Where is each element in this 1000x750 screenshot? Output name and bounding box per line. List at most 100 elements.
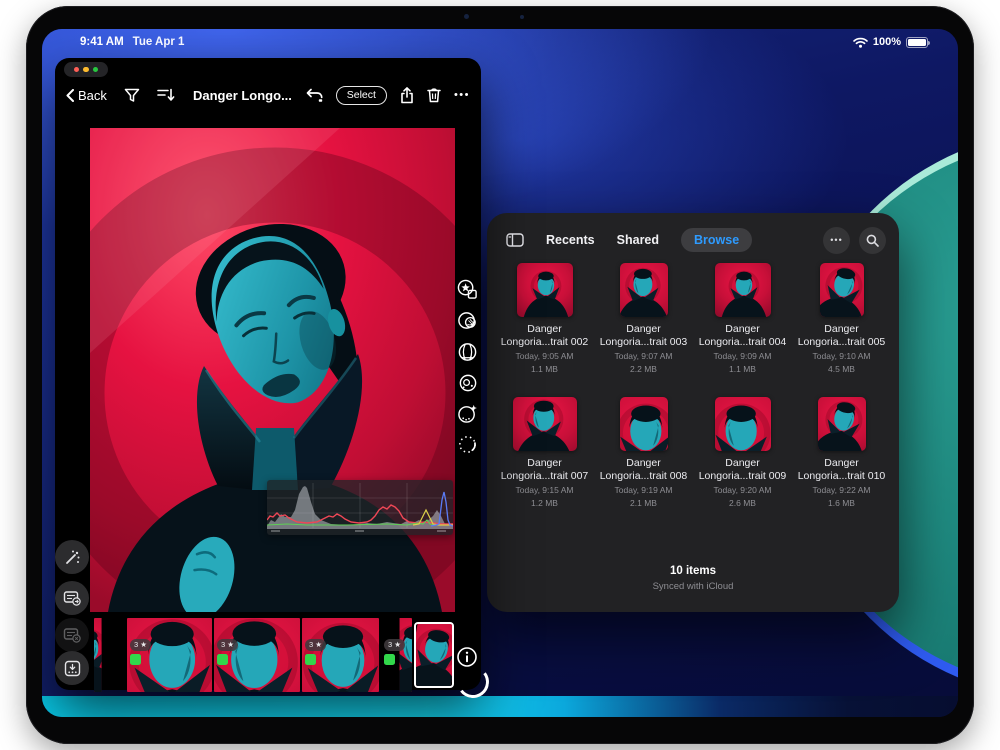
more-ellipsis-icon: ••• bbox=[830, 235, 842, 245]
files-grid-row-2: DangerLongoria...trait 007 Today, 9:15 A… bbox=[495, 397, 891, 509]
file-thumbnail bbox=[620, 397, 668, 451]
file-thumbnail bbox=[517, 263, 573, 317]
sidebar-toggle-button[interactable] bbox=[500, 227, 530, 253]
item-count: 10 items bbox=[487, 565, 899, 577]
filmstrip-thumbnail[interactable]: 3 ★ bbox=[381, 618, 412, 692]
file-item[interactable]: DangerLongoria...trait 002 Today, 9:05 A… bbox=[495, 263, 594, 375]
ambient-sensor-dot bbox=[520, 15, 524, 19]
file-date: Today, 9:07 AM bbox=[615, 351, 673, 362]
aperture-lines-icon[interactable] bbox=[457, 341, 478, 363]
zoom-window-dot[interactable] bbox=[93, 67, 99, 73]
rating-badge: 3 ★ bbox=[384, 639, 405, 651]
edited-indicator bbox=[384, 654, 395, 665]
thumbnail-badge-group: 3 ★ bbox=[217, 639, 238, 665]
copy-adjustments-button[interactable] bbox=[55, 581, 89, 615]
filmstrip-thumbnail[interactable] bbox=[94, 618, 125, 692]
target-dotted-circle-icon[interactable] bbox=[458, 373, 478, 393]
tab-recents[interactable]: Recents bbox=[546, 233, 595, 247]
status-bar: 9:41 AM Tue Apr 1 100% bbox=[42, 29, 958, 55]
overlapping-circles-icon[interactable] bbox=[457, 310, 478, 331]
file-size: 4.5 MB bbox=[828, 364, 855, 375]
file-thumbnail bbox=[715, 397, 771, 451]
back-chevron-icon bbox=[66, 89, 74, 102]
filmstrip-thumbnail-selected[interactable] bbox=[414, 622, 454, 688]
sparkle-star-icon[interactable] bbox=[457, 279, 478, 300]
file-size: 2.1 MB bbox=[630, 498, 657, 509]
file-thumbnail bbox=[620, 263, 668, 317]
editor-more-button[interactable]: ••• bbox=[454, 89, 470, 101]
ipad-device: 9:41 AM Tue Apr 1 100% Recents bbox=[26, 6, 974, 744]
file-name: DangerLongoria...trait 003 bbox=[600, 323, 688, 349]
export-button[interactable] bbox=[55, 651, 89, 685]
paste-adjustments-button-disabled[interactable] bbox=[55, 618, 89, 652]
file-item[interactable]: DangerLongoria...trait 009 Today, 9:20 A… bbox=[693, 397, 792, 509]
share-button[interactable] bbox=[400, 87, 414, 104]
ipad-screen: 9:41 AM Tue Apr 1 100% Recents bbox=[42, 29, 958, 717]
file-date: Today, 9:20 AM bbox=[714, 485, 772, 496]
undo-button[interactable] bbox=[306, 88, 323, 103]
back-button[interactable]: Back bbox=[66, 88, 107, 103]
trash-icon bbox=[427, 87, 441, 103]
sync-status: Synced with iCloud bbox=[487, 581, 899, 592]
share-icon bbox=[400, 87, 414, 104]
file-item[interactable]: DangerLongoria...trait 008 Today, 9:19 A… bbox=[594, 397, 693, 509]
tab-browse-active[interactable]: Browse bbox=[681, 228, 752, 252]
file-name: DangerLongoria...trait 010 bbox=[798, 457, 886, 483]
file-item[interactable]: DangerLongoria...trait 004 Today, 9:09 A… bbox=[693, 263, 792, 375]
wallpaper-cyan-glow bbox=[42, 696, 958, 717]
select-button[interactable]: Select bbox=[336, 86, 387, 105]
file-name: DangerLongoria...trait 007 bbox=[501, 457, 589, 483]
window-controls[interactable] bbox=[64, 62, 108, 77]
thumbnail-badge-group: 3 ★ bbox=[384, 639, 405, 665]
rating-badge: 3 ★ bbox=[305, 639, 326, 651]
magic-wand-icon bbox=[64, 549, 81, 566]
photo-editor-window: Back Danger Longo... Select bbox=[55, 58, 481, 690]
editor-toolbar: Back Danger Longo... Select bbox=[55, 79, 481, 111]
face-sparkle-icon[interactable] bbox=[457, 403, 479, 424]
copy-adjustments-icon bbox=[63, 590, 81, 606]
search-icon bbox=[866, 234, 879, 247]
files-toolbar: Recents Shared Browse ••• bbox=[487, 222, 899, 258]
file-date: Today, 9:05 AM bbox=[516, 351, 574, 362]
export-tray-icon bbox=[64, 660, 81, 677]
file-item[interactable]: DangerLongoria...trait 005 Today, 9:10 A… bbox=[792, 263, 891, 375]
file-item[interactable]: DangerLongoria...trait 007 Today, 9:15 A… bbox=[495, 397, 594, 509]
battery-icon bbox=[906, 37, 928, 48]
file-size: 1.2 MB bbox=[531, 498, 558, 509]
search-button[interactable] bbox=[859, 227, 886, 254]
tool-rail bbox=[454, 279, 481, 455]
delete-button[interactable] bbox=[427, 87, 441, 103]
file-name: DangerLongoria...trait 002 bbox=[501, 323, 589, 349]
filmstrip-thumbnail[interactable]: 3 ★ bbox=[214, 618, 300, 692]
rating-badge: 3 ★ bbox=[130, 639, 151, 651]
tab-shared[interactable]: Shared bbox=[617, 233, 659, 247]
file-size: 2.2 MB bbox=[630, 364, 657, 375]
thumbnail-badge-group: 3 ★ bbox=[305, 639, 326, 665]
minimize-window-dot[interactable] bbox=[83, 67, 89, 73]
file-thumbnail bbox=[820, 263, 864, 317]
wifi-icon bbox=[853, 37, 868, 48]
close-window-dot[interactable] bbox=[74, 67, 80, 73]
histogram-panel bbox=[267, 480, 453, 535]
front-camera-dot bbox=[464, 14, 469, 19]
file-item[interactable]: DangerLongoria...trait 010 Today, 9:22 A… bbox=[792, 397, 891, 509]
file-date: Today, 9:15 AM bbox=[516, 485, 574, 496]
file-thumbnail bbox=[818, 397, 866, 451]
file-item[interactable]: DangerLongoria...trait 003 Today, 9:07 A… bbox=[594, 263, 693, 375]
filmstrip-thumbnail[interactable]: 3 ★ bbox=[127, 618, 212, 692]
dashed-circle-icon[interactable] bbox=[457, 434, 478, 455]
sort-descending-icon bbox=[157, 88, 175, 102]
file-size: 1.1 MB bbox=[531, 364, 558, 375]
auto-enhance-button[interactable] bbox=[55, 540, 89, 574]
file-thumbnail bbox=[715, 263, 771, 317]
file-name: DangerLongoria...trait 005 bbox=[798, 323, 886, 349]
battery-percent: 100% bbox=[873, 36, 901, 48]
sort-button[interactable] bbox=[157, 88, 175, 102]
rating-badge: 3 ★ bbox=[217, 639, 238, 651]
file-name: DangerLongoria...trait 009 bbox=[699, 457, 787, 483]
filter-button[interactable] bbox=[124, 88, 140, 103]
photo-canvas bbox=[90, 128, 455, 612]
more-options-button[interactable]: ••• bbox=[823, 227, 850, 254]
document-title: Danger Longo... bbox=[193, 88, 292, 103]
filmstrip-thumbnail[interactable]: 3 ★ bbox=[302, 618, 379, 692]
